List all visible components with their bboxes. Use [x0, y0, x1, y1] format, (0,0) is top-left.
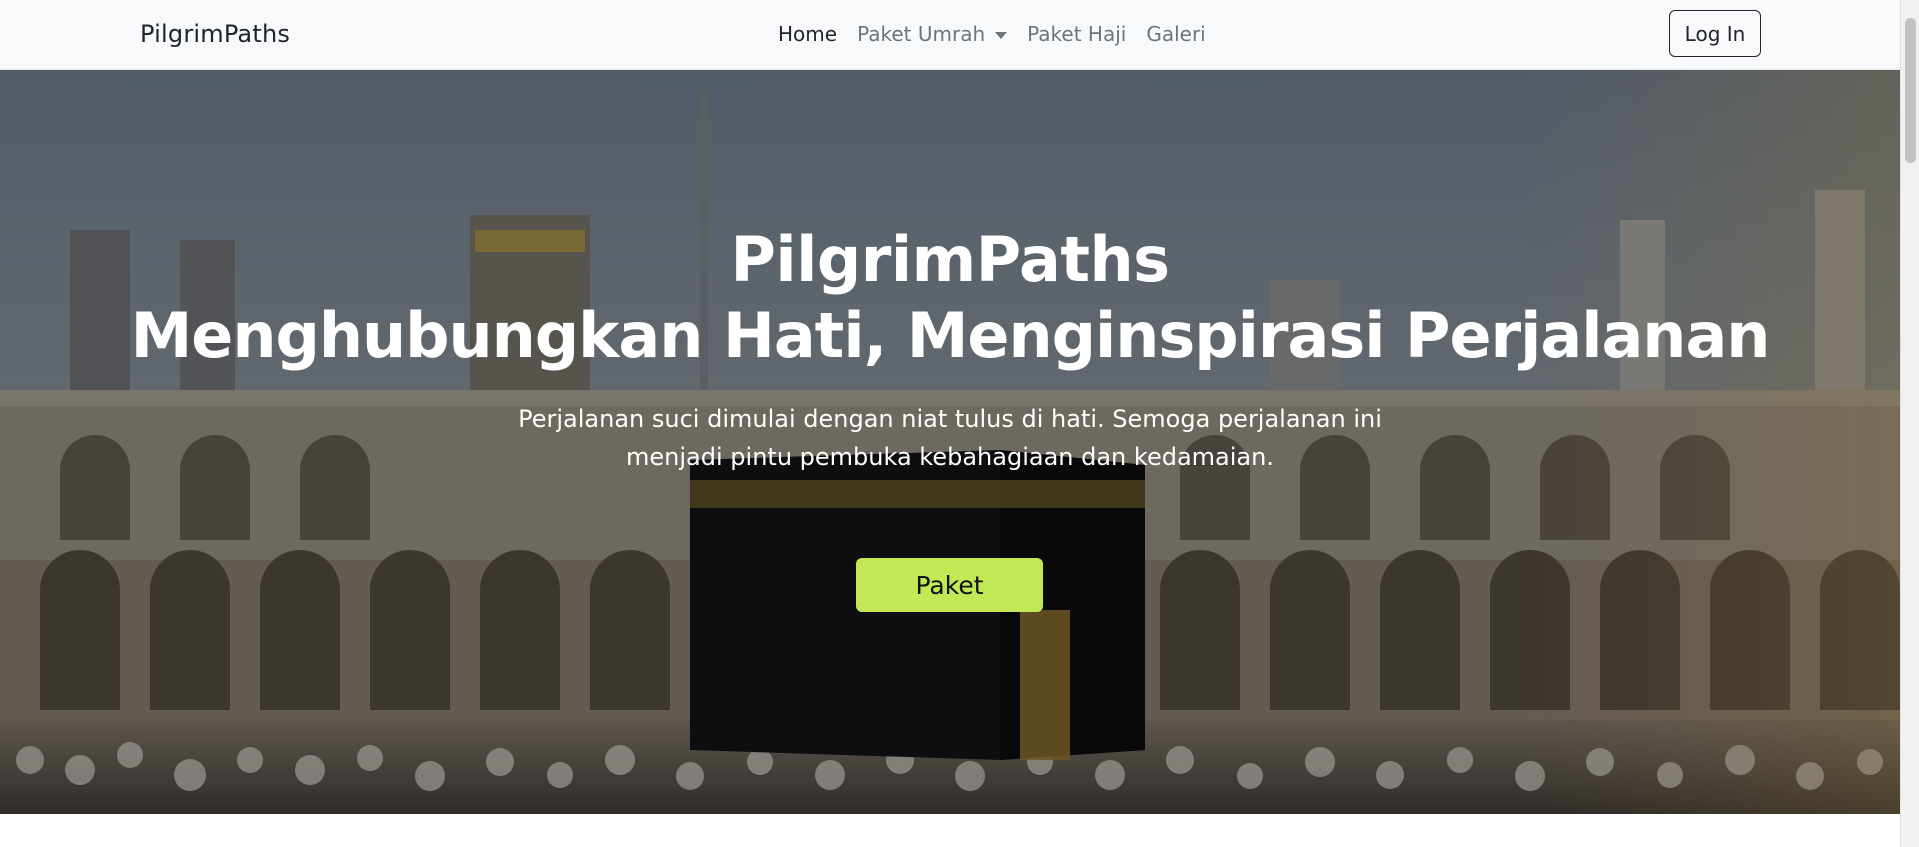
- hero-title: PilgrimPaths: [730, 223, 1170, 296]
- page-scrollbar[interactable]: [1900, 0, 1919, 847]
- scrollbar-thumb[interactable]: [1905, 18, 1916, 163]
- nav-paket-umrah-dropdown[interactable]: Paket Umrah: [857, 22, 1008, 46]
- navbar: PilgrimPaths Home Paket Umrah Paket Haji…: [0, 0, 1900, 70]
- login-button[interactable]: Log In: [1669, 10, 1761, 57]
- nav-galeri-label: Galeri: [1146, 22, 1206, 46]
- hero-description: Perjalanan suci dimulai dengan niat tulu…: [518, 405, 1382, 471]
- brand-logo[interactable]: PilgrimPaths: [140, 20, 290, 48]
- nav-paket-umrah-label: Paket Umrah: [857, 22, 986, 46]
- nav-home[interactable]: Home: [778, 22, 837, 46]
- hero-subtitle: Menghubungkan Hati, Menginspirasi Perjal…: [130, 299, 1771, 372]
- nav-paket-haji-label: Paket Haji: [1027, 22, 1127, 46]
- nav-home-label: Home: [778, 22, 838, 46]
- paket-button[interactable]: Paket: [856, 558, 1043, 612]
- hero-content: PilgrimPaths Menghubungkan Hati, Mengins…: [0, 70, 1900, 814]
- hero-section: PilgrimPaths Menghubungkan Hati, Mengins…: [0, 70, 1900, 814]
- nav-links: Home Paket Umrah Paket Haji Galeri: [778, 22, 1206, 46]
- caret-down-icon: [995, 31, 1008, 39]
- nav-galeri[interactable]: Galeri: [1146, 22, 1205, 46]
- nav-paket-haji[interactable]: Paket Haji: [1027, 22, 1126, 46]
